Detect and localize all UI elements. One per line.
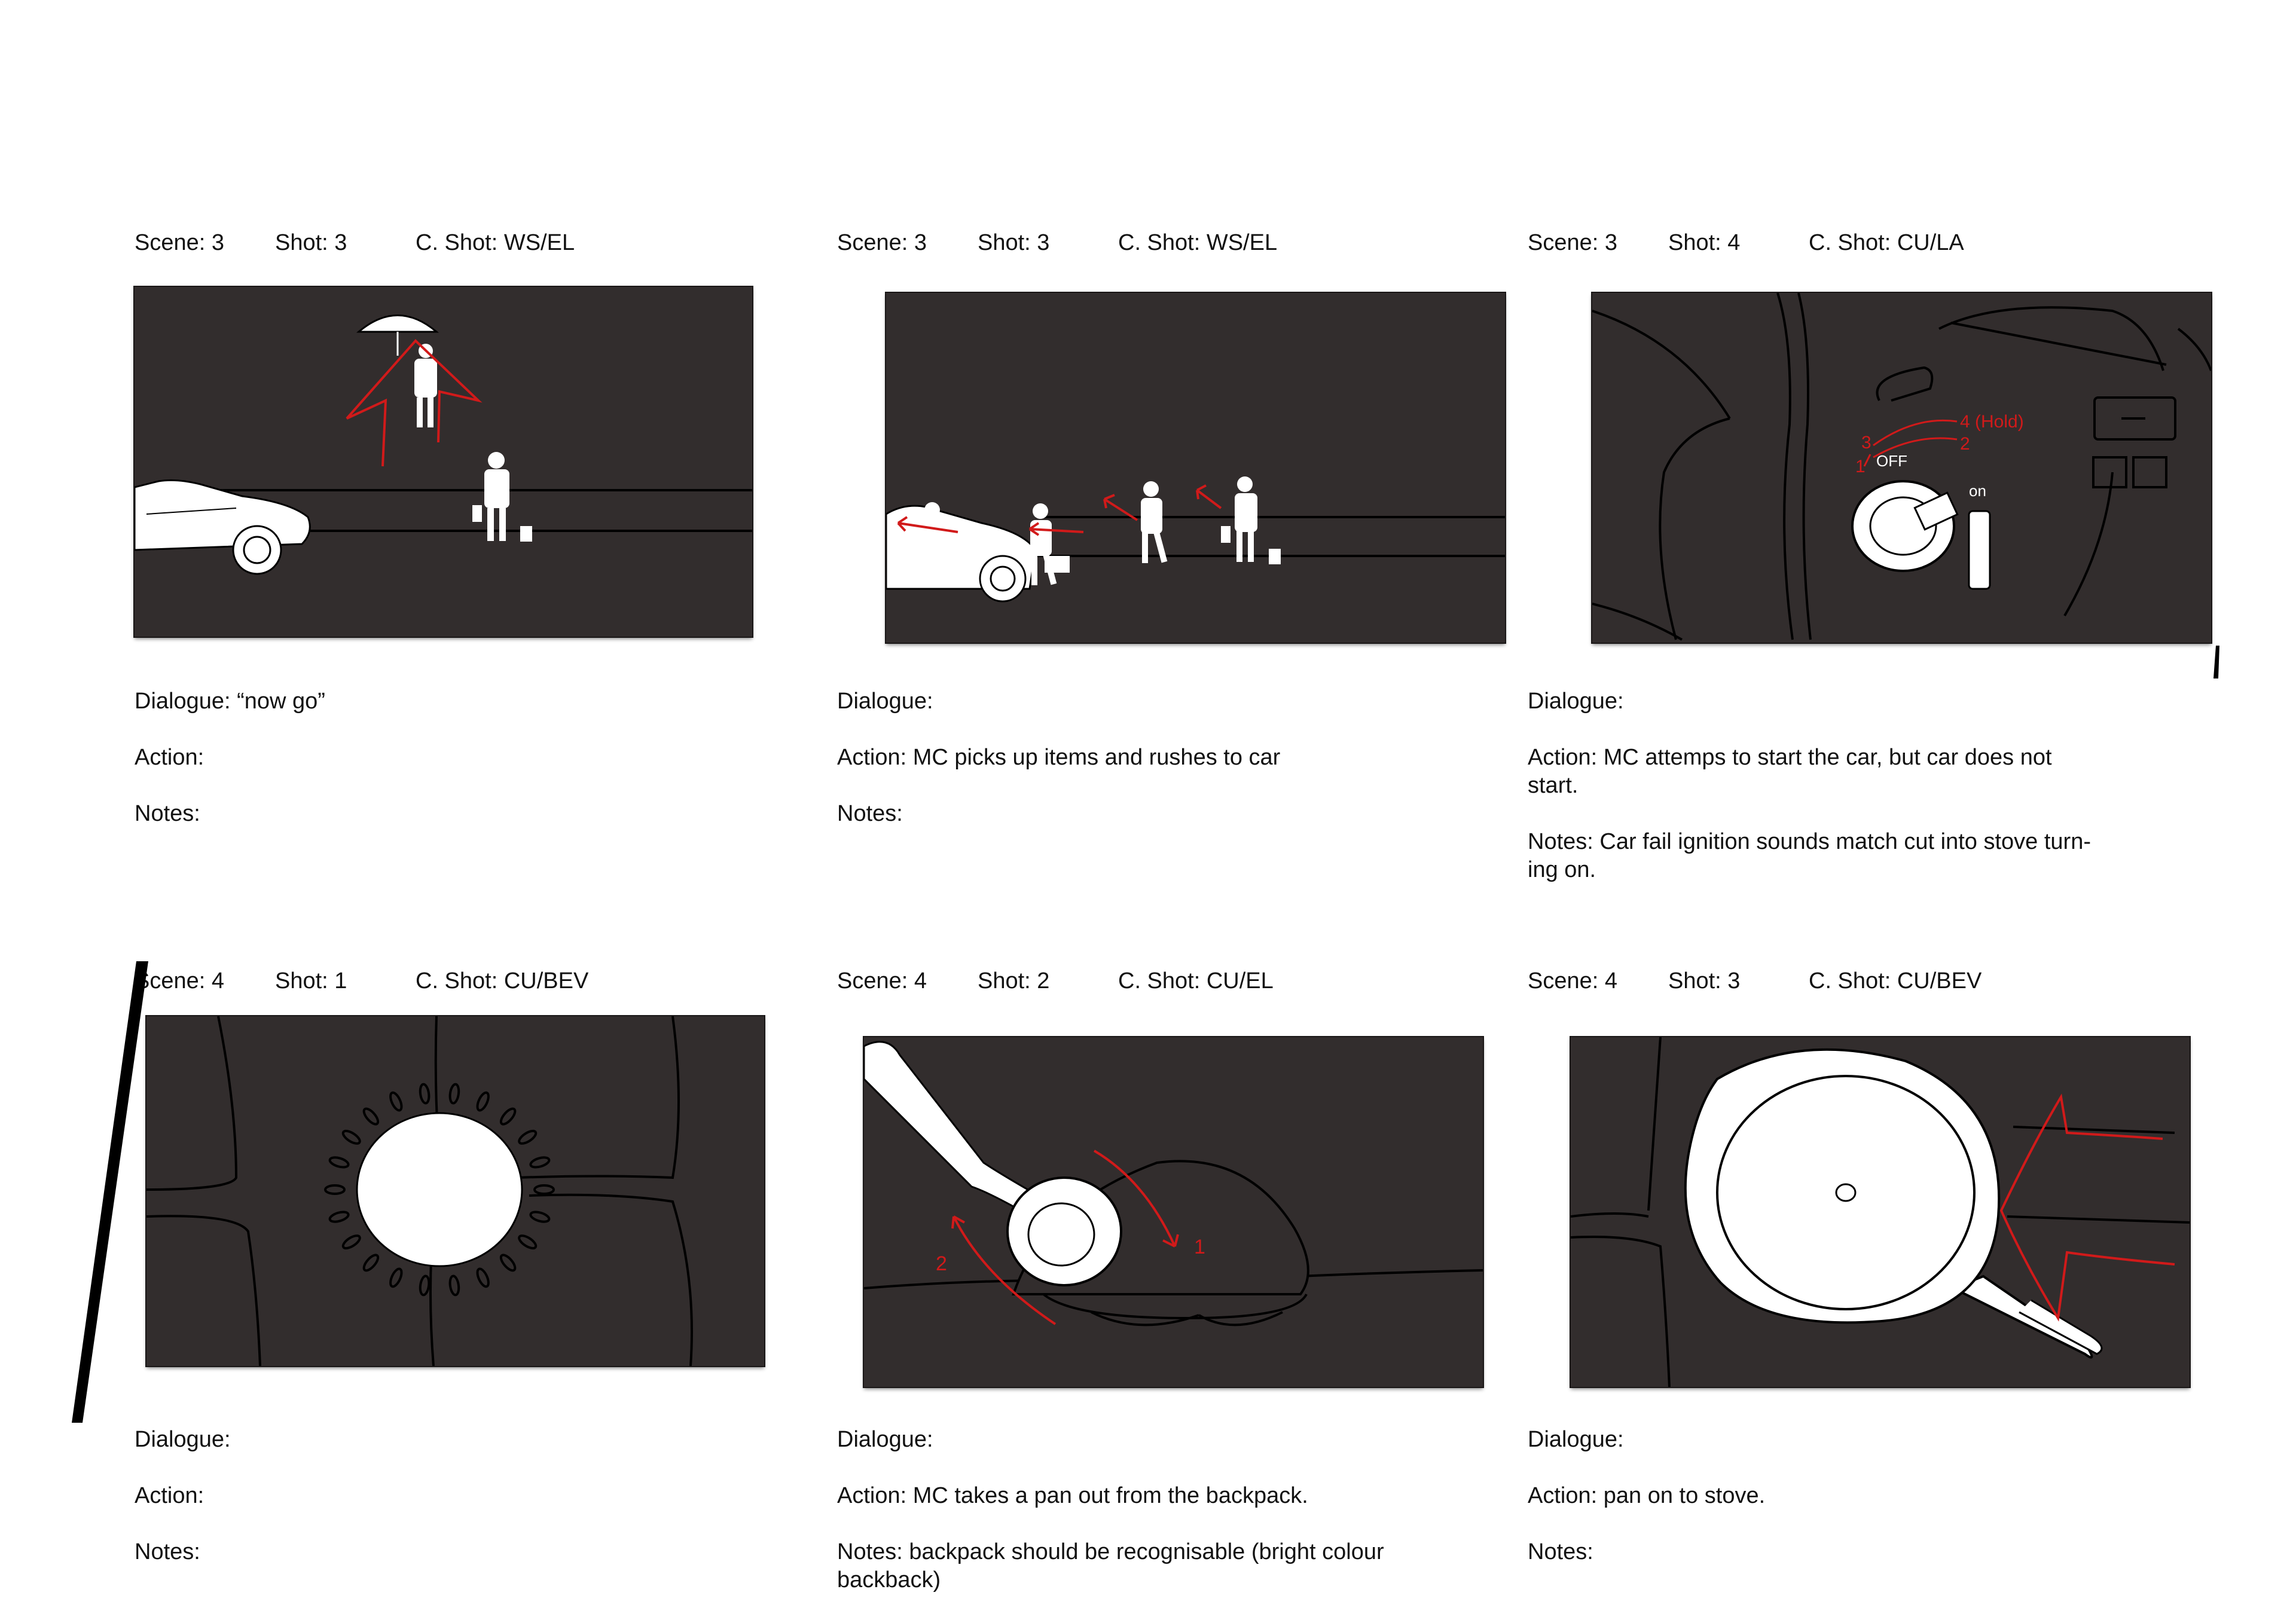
panel-4-sketch <box>146 1016 693 1366</box>
step-2-label: 2 <box>936 1252 947 1275</box>
step-1-label: 1 <box>1194 1236 1205 1258</box>
action: Action: pan on to stove. <box>1528 1483 1766 1508</box>
panel-6-frame <box>1571 1037 2190 1387</box>
shot-label: Shot: 4 <box>1668 230 1741 255</box>
panel-1-frame <box>135 287 752 637</box>
step-4-label: 4 (Hold) <box>1960 412 2024 432</box>
scene-label: Scene: 3 <box>837 230 927 255</box>
panel-3-notes: Dialogue: Action: MC attemps to start th… <box>1528 687 2126 912</box>
dashboard <box>1876 306 2211 617</box>
flame-petal <box>328 1156 350 1169</box>
panel-4-notes: Dialogue: Action: Notes: <box>135 1426 732 1594</box>
frying-pan <box>1684 1048 2103 1359</box>
figure-with-bags <box>472 452 532 542</box>
flame-petal <box>341 1234 361 1250</box>
panel-3-sketch: OFF on 3 4 (Hold) 2 1 <box>1592 293 2211 641</box>
notes: Notes: <box>1528 1539 1593 1564</box>
scene-label: Scene: 4 <box>135 968 225 994</box>
step-2-label: 2 <box>1960 434 1970 454</box>
notes: Notes: <box>135 1539 200 1564</box>
dialogue: Dialogue: <box>1528 1427 1624 1452</box>
flame-petal <box>389 1091 403 1112</box>
flame-petal <box>529 1211 551 1223</box>
car <box>886 505 1037 603</box>
camera-shot-label: C. Shot: CU/LA <box>1809 230 1964 255</box>
dialogue: Dialogue: <box>1528 689 1624 714</box>
panel-1-notes: Dialogue: “now go” Action: Notes: <box>135 687 732 856</box>
step-3-label: 3 <box>1861 433 1871 453</box>
flame-petal <box>328 1211 350 1223</box>
flame-petal <box>499 1107 517 1126</box>
shot-label: Shot: 3 <box>1668 968 1741 994</box>
camera-shot-label: C. Shot: CU/EL <box>1118 968 1274 994</box>
scene-label: Scene: 4 <box>837 968 927 994</box>
camera-shot-label: C. Shot: WS/EL <box>416 230 575 255</box>
scene-label: Scene: 4 <box>1528 968 1618 994</box>
flame-petal <box>499 1254 517 1272</box>
flame-petal <box>448 1083 460 1105</box>
flame-petal <box>419 1083 430 1105</box>
flame-petal <box>362 1107 380 1126</box>
camera-shot-label: C. Shot: CU/BEV <box>1809 968 1982 994</box>
camera-shot-label: C. Shot: CU/BEV <box>416 968 589 994</box>
action: Action: MC attemps to start the car, but… <box>1528 745 2052 798</box>
arm-holding-pan <box>864 1041 1122 1286</box>
notes: Notes: Car fail ignition sounds match cu… <box>1528 829 2092 882</box>
flame-petal <box>529 1156 551 1169</box>
panel-5-notes: Dialogue: Action: MC takes a pan out fro… <box>837 1426 1435 1622</box>
dialogue: Dialogue: <box>837 1427 933 1452</box>
dialogue: Dialogue: “now go” <box>135 689 325 714</box>
panel-6-notes: Dialogue: Action: pan on to stove. Notes… <box>1528 1426 2126 1594</box>
action: Action: MC picks up items and rushes to … <box>837 745 1281 770</box>
flame-petal <box>362 1254 380 1272</box>
flame-petal <box>341 1129 361 1145</box>
shot-label: Shot: 1 <box>275 968 347 994</box>
notes: Notes: <box>135 801 200 826</box>
flame-petal <box>518 1129 538 1145</box>
flame-petal <box>324 1184 346 1195</box>
panel-2-notes: Dialogue: Action: MC picks up items and … <box>837 687 1435 856</box>
figure-with-umbrella <box>356 314 439 427</box>
camera-shot-label: C. Shot: WS/EL <box>1118 230 1278 255</box>
flame-petal <box>533 1184 555 1195</box>
panel-2-sketch <box>886 476 1505 603</box>
off-label: OFF <box>1876 452 1907 470</box>
flame-petal <box>476 1091 490 1112</box>
shot-label: Shot: 3 <box>978 230 1050 255</box>
action: Action: <box>135 1483 204 1508</box>
on-label: on <box>1969 482 1986 500</box>
panel-2-frame <box>886 293 1505 643</box>
ignition: OFF on <box>1851 452 1991 590</box>
shot-label: Shot: 2 <box>978 968 1050 994</box>
panel-1-sketch <box>135 314 752 575</box>
scene-label: Scene: 3 <box>1528 230 1618 255</box>
panel-3-frame: OFF on 3 4 (Hold) 2 1 <box>1592 293 2211 643</box>
dialogue: Dialogue: <box>135 1427 231 1452</box>
scene-label: Scene: 3 <box>135 230 225 255</box>
flame-petal <box>389 1267 403 1288</box>
flame-petal <box>419 1274 430 1297</box>
action: Action: <box>135 745 204 770</box>
notes: Notes: backpack should be recognisable (… <box>837 1539 1384 1593</box>
steering-wheel-outline <box>1592 293 1812 641</box>
action: Action: MC takes a pan out from the back… <box>837 1483 1308 1508</box>
panel-5-frame: 1 2 <box>864 1037 1483 1387</box>
step-1-label: 1 <box>1855 457 1866 476</box>
flame-petal <box>518 1234 538 1250</box>
burner-flame-core <box>356 1112 523 1267</box>
car <box>135 479 311 575</box>
panel-4-frame <box>146 1016 764 1366</box>
dialogue: Dialogue: <box>837 689 933 714</box>
notes: Notes: <box>837 801 903 826</box>
flame-petal <box>476 1267 490 1288</box>
panel-5-sketch: 1 2 <box>864 1041 1483 1326</box>
shot-label: Shot: 3 <box>275 230 347 255</box>
panel-6-sketch <box>1571 1037 2190 1387</box>
flame-petal <box>448 1274 460 1297</box>
